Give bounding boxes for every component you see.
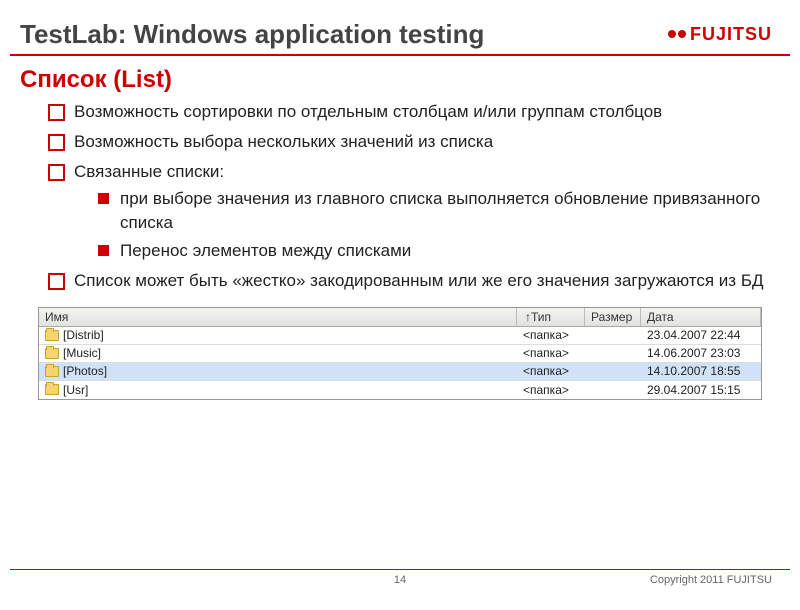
cell-size [585,334,641,336]
sub-bullet-text: при выборе значения из главного списка в… [120,189,760,232]
fujitsu-mark-icon [668,25,686,43]
cell-name: [Photos] [63,364,107,378]
cell-type: <папка> [517,382,585,398]
col-header-type-label: ↑Тип [525,310,551,324]
col-header-name[interactable]: Имя [39,308,517,326]
cell-date: 23.04.2007 22:44 [641,327,761,343]
folder-icon [45,366,59,377]
cell-size [585,352,641,354]
cell-size [585,389,641,391]
bullet-text: Возможность сортировки по отдельным стол… [74,102,662,121]
cell-date: 29.04.2007 15:15 [641,382,761,398]
cell-name: [Distrib] [63,328,104,342]
cell-name: [Usr] [63,383,88,397]
bullet-text: Возможность выбора нескольких значений и… [74,132,493,151]
sub-bullet-text: Перенос элементов между списками [120,241,411,260]
bullet-text: Связанные списки: [74,162,224,181]
folder-icon [45,384,59,395]
bullet-item: Возможность выбора нескольких значений и… [48,130,772,154]
cell-date: 14.10.2007 18:55 [641,363,761,379]
page-number: 14 [394,574,406,586]
list-row[interactable]: [Music] <папка> 14.06.2007 23:03 [39,345,761,363]
subtitle: Список (List) [10,56,790,100]
list-row[interactable]: [Distrib] <папка> 23.04.2007 22:44 [39,327,761,345]
brand-text: FUJITSU [690,24,772,45]
brand-logo: FUJITSU [668,24,772,45]
list-row[interactable]: [Usr] <папка> 29.04.2007 15:15 [39,381,761,399]
cell-type: <папка> [517,363,585,379]
sub-bullet-item: при выборе значения из главного списка в… [98,187,772,235]
sub-bullet-list: при выборе значения из главного списка в… [74,187,772,262]
col-header-type[interactable]: ↑Тип [517,308,585,326]
cell-type: <папка> [517,327,585,343]
folder-icon [45,330,59,341]
cell-size [585,370,641,372]
cell-date: 14.06.2007 23:03 [641,345,761,361]
cell-name: [Music] [63,346,101,360]
content: Возможность сортировки по отдельным стол… [10,100,790,293]
bullet-text: Список может быть «жестко» закодированны… [74,271,764,290]
bullet-list: Возможность сортировки по отдельным стол… [48,100,772,293]
cell-type: <папка> [517,345,585,361]
header: TestLab: Windows application testing FUJ… [10,10,790,56]
sub-bullet-item: Перенос элементов между списками [98,239,772,263]
slide: TestLab: Windows application testing FUJ… [10,10,790,590]
list-row[interactable]: [Photos] <папка> 14.10.2007 18:55 [39,363,761,381]
bullet-item: Связанные списки: при выборе значения из… [48,160,772,263]
copyright-text: Copyright 2011 FUJITSU [650,574,772,586]
col-header-size[interactable]: Размер [585,308,641,326]
file-list-view[interactable]: Имя ↑Тип Размер Дата [Distrib] <папка> 2… [38,307,762,400]
bullet-item: Возможность сортировки по отдельным стол… [48,100,772,124]
bullet-item: Список может быть «жестко» закодированны… [48,269,772,293]
list-header[interactable]: Имя ↑Тип Размер Дата [39,308,761,327]
folder-icon [45,348,59,359]
footer: 14 Copyright 2011 FUJITSU [10,569,790,586]
col-header-date[interactable]: Дата [641,308,761,326]
page-title: TestLab: Windows application testing [20,19,484,50]
